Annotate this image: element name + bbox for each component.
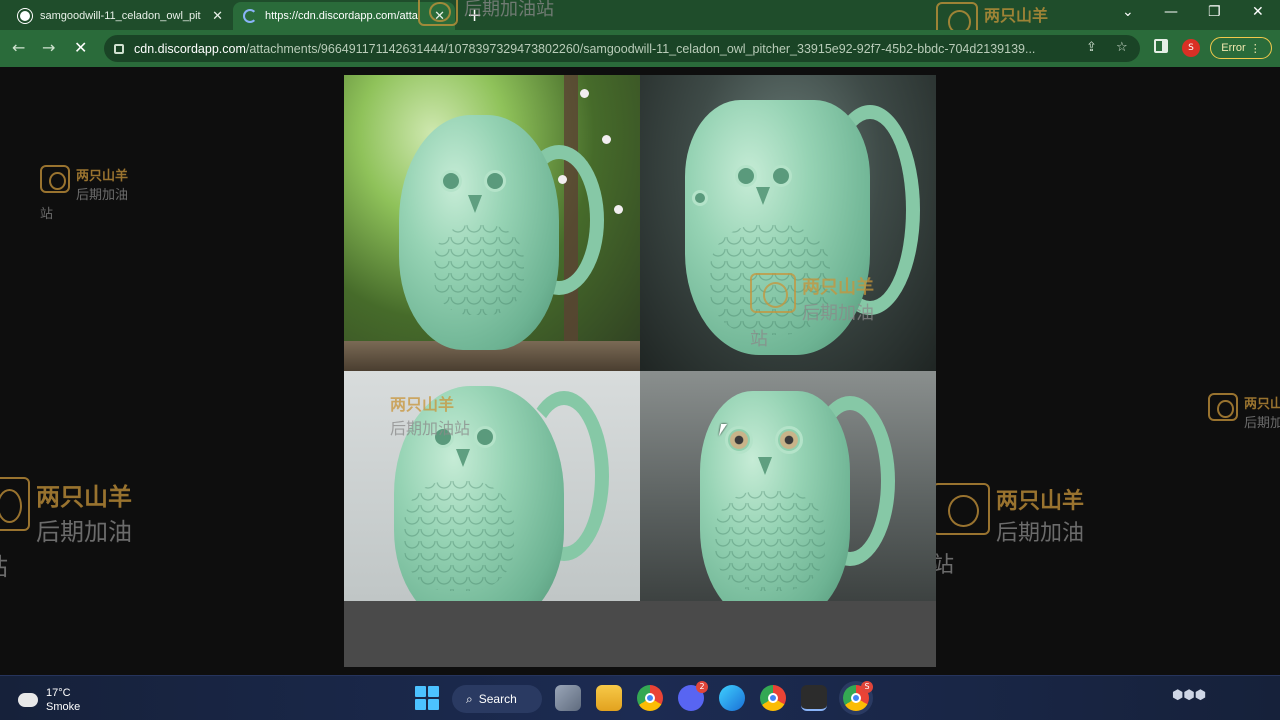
search-label: Search [478,692,517,706]
owl-pitcher-panel-2: 两只山羊 后期加油站 [640,75,936,371]
watermark: 两只山羊 后期加油站 [0,477,132,582]
tab-strip: samgoodwill-11_celadon_owl_pit ✕ https:/… [0,0,1280,73]
weather-temperature: 17°C [46,687,71,699]
tab-discord-cdn[interactable]: https://cdn.discordapp.com/atta ✕ [233,2,455,30]
watermark-line1: 两只山羊 [76,169,129,184]
tab-owl-pitcher[interactable]: samgoodwill-11_celadon_owl_pit ✕ [8,2,233,30]
owl-eye [725,426,753,454]
weather-widget[interactable]: 17°C Smoke [15,686,81,714]
search-icon: ⌕ [466,691,473,706]
taskbar-search[interactable]: ⌕ Search [452,685,542,713]
page-viewport: 两只山羊 后期加油站 两只山羊 后期加油站 两只山羊 后期加油站 两只山羊 后期… [0,67,1280,675]
back-button[interactable]: ← [12,38,25,57]
bookmark-star-icon[interactable]: ☆ [1116,40,1128,55]
error-label: Error [1221,42,1246,54]
owl-feather-pattern [715,491,825,591]
watermark-line2: 后期加油站 [40,188,129,222]
lock-icon[interactable] [114,43,124,54]
watermark-line1: 两只山羊 [1244,397,1280,412]
chrome-profile-icon[interactable] [760,685,786,711]
task-view-icon[interactable] [555,685,581,711]
download-manager-icon[interactable] [801,685,827,711]
flower-decoration [602,135,611,144]
discord-icon[interactable]: 2 [678,681,708,711]
url-path: /attachments/966491171142631444/10783973… [245,41,1036,56]
owl-beak [756,187,770,205]
flower-decoration [614,205,623,214]
side-panel-icon[interactable] [1154,39,1168,53]
loading-spinner-icon [243,9,257,23]
new-tab-button[interactable]: + [467,5,482,26]
owl-pitcher-panel-3: 两只山羊 后期加油站 [344,371,640,601]
close-window-button[interactable]: ✕ [1252,4,1264,20]
profile-avatar[interactable]: S [1182,39,1200,57]
tab-title: samgoodwill-11_celadon_owl_pit [40,10,201,22]
globe-icon [18,9,32,23]
watermark-line2: 后期加油站 [0,518,132,581]
menu-dots-icon: ⋮ [1249,42,1261,55]
camera-icon [0,477,30,531]
owl-eye [775,426,803,454]
watermark-line1: 两只山羊 [984,6,1049,25]
owl-eye [474,426,496,448]
owl-eye [692,190,708,206]
owl-beak [758,457,772,475]
flower-decoration [580,89,589,98]
owl-eye [484,170,506,192]
minimize-button[interactable]: — [1164,4,1178,20]
address-bar[interactable]: cdn.discordapp.com/attachments/966491171… [104,35,1140,62]
notification-badge: 2 [696,681,708,693]
watermark: 两只山羊 后期加油站 [1208,393,1280,431]
owl-feather-pattern [434,225,524,315]
owl-pitcher-panel-1 [344,75,640,371]
watermark-line2: 后期加油站 [1244,416,1280,431]
restore-button[interactable]: ❐ [1208,4,1221,20]
notification-badge: S [861,681,873,693]
tab-search-button[interactable]: ⌄ [1122,4,1134,20]
owl-beak [456,449,470,467]
error-button[interactable]: Error ⋮ [1210,37,1272,59]
owl-eye [770,165,792,187]
owl-pitcher-image-grid[interactable]: 两只山羊 后期加油站 两只山羊 后期加油站 [344,75,936,667]
stop-loading-button[interactable]: ✕ [74,38,87,57]
watermark-line2: 后期加油站 [932,521,1085,578]
windows-taskbar: 17°C Smoke ⌕ Search 2 S ⬢⬢⬢ [0,675,1280,720]
owl-eye [440,170,462,192]
owl-feather-pattern [404,481,514,591]
url-host: cdn.discordapp.com [134,41,246,56]
forward-button[interactable]: → [42,38,55,57]
copilot-icon[interactable] [719,685,745,711]
watermark: 两只山羊 后期加油站 [932,483,1084,579]
weather-condition: Smoke [46,701,81,713]
watermark: 两只山羊 后期加油站 [40,165,128,222]
camera-icon [40,165,70,193]
owl-feather-pattern [710,225,830,335]
url-text[interactable]: cdn.discordapp.com/attachments/966491171… [134,42,1074,56]
owl-beak [468,195,482,213]
tab-title: https://cdn.discordapp.com/atta [265,10,418,22]
owl-eye [432,426,454,448]
chrome-icon[interactable] [637,685,663,711]
camera-icon [932,483,990,535]
camera-icon [1208,393,1238,421]
chrome-active-icon[interactable]: S [843,681,873,711]
owl-pitcher-panel-4 [640,371,936,601]
tab-close-icon[interactable]: ✕ [212,8,223,24]
tab-close-icon[interactable]: ✕ [434,8,445,24]
owl-eye [735,165,757,187]
watermark-line1: 两只山羊 [36,482,132,511]
system-tray-icons[interactable]: ⬢⬢⬢ [1172,688,1206,703]
windows-start-icon[interactable] [414,685,440,711]
share-icon[interactable]: ⇪ [1086,40,1097,55]
cloudy-weather-icon [15,689,38,707]
file-explorer-icon[interactable] [596,685,622,711]
watermark-line1: 两只山羊 [996,488,1085,514]
browser-toolbar: ← → ✕ cdn.discordapp.com/attachments/966… [0,30,1280,67]
